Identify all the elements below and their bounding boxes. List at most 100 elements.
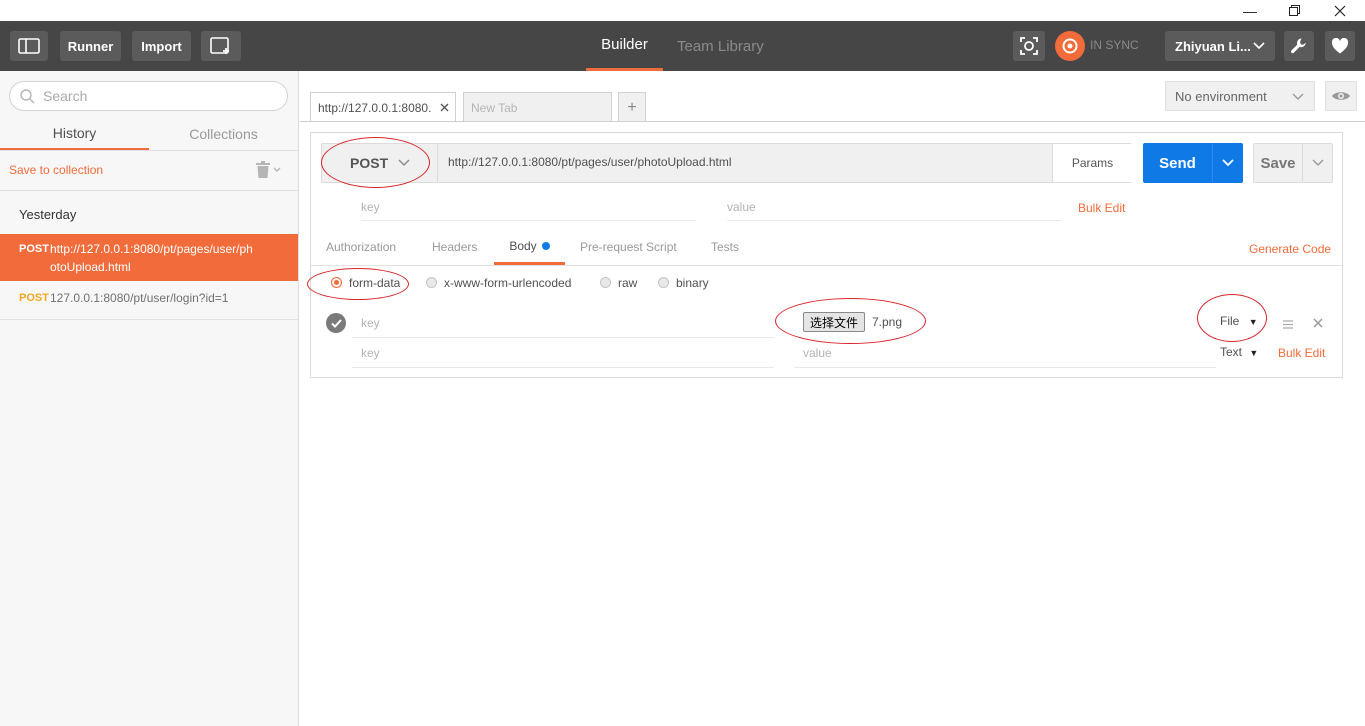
sidebar-toggle-icon: [18, 38, 40, 54]
caret-down-icon: ▼: [1249, 348, 1259, 358]
chevron-down-icon: [273, 167, 281, 172]
heart-icon: [1331, 38, 1349, 54]
trash-icon: [256, 161, 270, 178]
sync-icon[interactable]: [1055, 31, 1085, 61]
sidebar: History Collections Save to collection Y…: [0, 71, 299, 726]
body-mode-label: x-www-form-urlencoded: [444, 276, 572, 290]
history-item-url: 127.0.0.1:8080/pt/user/login?id=1: [50, 291, 229, 305]
tab-team-library[interactable]: Team Library: [677, 21, 764, 71]
send-options-button[interactable]: [1212, 143, 1243, 183]
delete-history-button[interactable]: [256, 161, 281, 178]
tab-authorization[interactable]: Authorization: [326, 240, 396, 254]
sync-status: IN SYNC: [1090, 38, 1139, 52]
save-button[interactable]: Save: [1254, 144, 1302, 182]
add-tab-button[interactable]: +: [618, 92, 646, 122]
param-value-input[interactable]: value: [727, 200, 1062, 221]
body-mode-label: raw: [618, 276, 638, 290]
save-button-group: Save: [1253, 143, 1333, 183]
method-value: POST: [350, 155, 389, 171]
generate-code-link[interactable]: Generate Code: [1249, 242, 1331, 256]
environment-quick-look-button[interactable]: [1325, 81, 1357, 111]
wrench-icon: [1291, 38, 1306, 54]
history-group-label: Yesterday: [19, 207, 77, 222]
body-modified-dot: [541, 241, 550, 250]
row-enabled-checkbox[interactable]: [326, 313, 346, 333]
form-key-input[interactable]: key: [352, 346, 774, 368]
restore-icon[interactable]: [1274, 0, 1314, 21]
settings-button[interactable]: [1284, 31, 1314, 61]
method-select[interactable]: POST: [322, 144, 438, 182]
body-mode-raw[interactable]: raw: [600, 276, 637, 290]
form-value-input[interactable]: value: [794, 346, 1216, 368]
interceptor-button[interactable]: [1013, 31, 1045, 61]
search-icon: [20, 88, 35, 103]
tab-tests[interactable]: Tests: [711, 240, 739, 254]
radio-icon: [658, 277, 669, 288]
runner-button[interactable]: Runner: [60, 31, 121, 61]
search-input[interactable]: [43, 88, 273, 104]
environment-select[interactable]: No environment: [1165, 81, 1315, 111]
close-tab-icon[interactable]: [440, 103, 449, 112]
tab-body-label: Body: [509, 238, 537, 253]
tab-headers[interactable]: Headers: [432, 240, 477, 254]
send-button-group: Send: [1143, 143, 1243, 183]
search-box[interactable]: [9, 81, 288, 111]
user-name: Zhiyuan Li...: [1175, 38, 1251, 54]
form-key-input[interactable]: key: [352, 316, 774, 338]
caret-down-icon: ▼: [1248, 317, 1258, 327]
chevron-down-icon: [1253, 42, 1265, 50]
history-item[interactable]: POST 127.0.0.1:8080/pt/user/login?id=1: [0, 282, 298, 320]
save-to-collection-link[interactable]: Save to collection: [9, 163, 103, 177]
delete-row-icon[interactable]: [1313, 316, 1323, 331]
chevron-down-icon: [1222, 159, 1234, 167]
request-tab-new[interactable]: New Tab: [463, 92, 612, 122]
history-item[interactable]: POST http://127.0.0.1:8080/pt/pages/user…: [0, 234, 298, 281]
param-key-input[interactable]: key: [361, 200, 696, 221]
body-mode-urlencoded[interactable]: x-www-form-urlencoded: [426, 276, 571, 290]
url-input[interactable]: http://127.0.0.1:8080/pt/pages/user/phot…: [448, 155, 732, 169]
user-menu[interactable]: Zhiyuan Li...: [1165, 31, 1275, 61]
history-item-method: POST: [19, 292, 49, 304]
save-options-button[interactable]: [1302, 144, 1332, 182]
row-type-value: Text: [1220, 345, 1243, 359]
request-builder: http://127.0.0.1:8080. New Tab + No envi…: [300, 71, 1365, 726]
row-type-select[interactable]: File ▼: [1220, 314, 1258, 328]
tab-body[interactable]: Body: [494, 229, 565, 265]
url-bar: POST http://127.0.0.1:8080/pt/pages/user…: [321, 143, 1132, 183]
history-item-method: POST: [19, 243, 49, 255]
tab-history[interactable]: History: [0, 117, 149, 151]
import-button[interactable]: Import: [132, 31, 191, 61]
body-mode-binary[interactable]: binary: [658, 276, 709, 290]
body-mode-form-data[interactable]: form-data: [331, 276, 400, 290]
check-icon: [330, 318, 342, 328]
window-title-bar: —: [0, 0, 1365, 21]
chevron-down-icon: [1292, 93, 1304, 100]
choose-file-button[interactable]: 选择文件: [803, 312, 866, 332]
app-header: Runner Import Builder Team Library IN SY…: [0, 21, 1365, 71]
close-window-icon[interactable]: [1320, 0, 1360, 21]
body-mode-label: form-data: [349, 276, 401, 290]
history-item-url-cont: otoUpload.html: [50, 260, 131, 274]
new-window-button[interactable]: [201, 31, 241, 61]
form-bulk-edit-link[interactable]: Bulk Edit: [1278, 346, 1325, 360]
tab-builder[interactable]: Builder: [586, 21, 663, 71]
chevron-down-icon: [1312, 159, 1323, 166]
tab-collections[interactable]: Collections: [149, 117, 298, 151]
request-tab-label: http://127.0.0.1:8080.: [318, 100, 432, 115]
row-type-select[interactable]: Text ▼: [1220, 345, 1258, 359]
chevron-down-icon: [398, 159, 410, 166]
sidebar-toggle-button[interactable]: [10, 31, 48, 61]
params-bulk-edit-link[interactable]: Bulk Edit: [1078, 201, 1125, 215]
minimize-icon[interactable]: —: [1230, 0, 1270, 21]
radio-icon: [426, 277, 437, 288]
tab-pre-request-script[interactable]: Pre-request Script: [580, 240, 677, 254]
row-type-value: File: [1220, 314, 1240, 328]
reorder-handle-icon[interactable]: [1283, 317, 1293, 332]
heart-button[interactable]: [1325, 31, 1355, 61]
file-name: 7.png: [872, 315, 903, 329]
request-tab-active[interactable]: http://127.0.0.1:8080.: [310, 92, 456, 122]
send-button[interactable]: Send: [1143, 143, 1212, 183]
params-button[interactable]: Params: [1052, 144, 1132, 182]
request-card: POST http://127.0.0.1:8080/pt/pages/user…: [307, 132, 1343, 378]
radio-selected-icon: [331, 277, 342, 288]
